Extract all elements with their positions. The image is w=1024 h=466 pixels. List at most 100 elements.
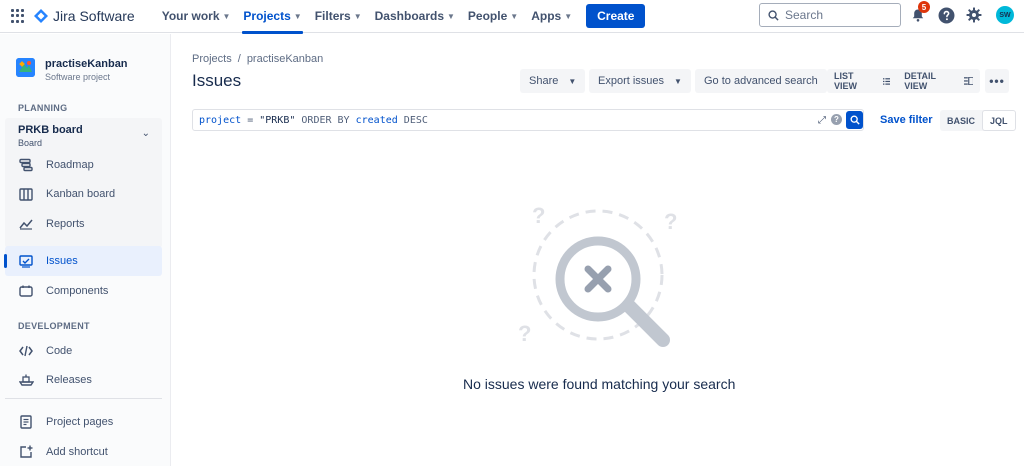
planning-section-label: PLANNING	[18, 103, 68, 113]
jql-value: "PRKB"	[259, 114, 296, 126]
nav-projects[interactable]: Projects ▼	[238, 0, 306, 34]
jql-order-field: created	[355, 114, 398, 126]
nav-people[interactable]: People ▼	[463, 0, 523, 33]
advanced-search-button[interactable]: Go to advanced search	[695, 69, 827, 93]
chevron-down-icon: ▼	[293, 11, 302, 21]
sidebar-item-label: Releases	[46, 374, 92, 386]
chevron-down-icon[interactable]: ⌄	[142, 128, 150, 139]
jql-order: ORDER BY	[301, 114, 350, 126]
jira-logo[interactable]: Jira Software	[34, 8, 135, 24]
project-name: practiseKanban	[45, 58, 128, 70]
app-name: Jira Software	[53, 8, 135, 24]
help-icon	[938, 7, 954, 23]
board-icon	[18, 186, 34, 202]
page-icon	[18, 414, 34, 430]
chevron-down-icon: ▼	[568, 76, 577, 86]
active-indicator	[4, 254, 7, 268]
search-icon	[850, 115, 860, 125]
chevron-down-icon: ▼	[353, 11, 362, 21]
board-name: PRKB board	[18, 124, 83, 136]
list-icon	[882, 77, 891, 85]
settings-button[interactable]	[964, 5, 984, 25]
chevron-down-icon: ▼	[674, 76, 682, 86]
releases-icon	[18, 372, 34, 388]
board-selector[interactable]: PRKB board Board	[18, 124, 83, 148]
sidebar-item-reports[interactable]: Reports	[5, 209, 162, 239]
nav-your-work[interactable]: Your work ▼	[157, 0, 236, 33]
jql-query-input[interactable]: project = "PRKB" ORDER BY created DESC	[192, 109, 864, 131]
chevron-down-icon: ▼	[564, 11, 573, 21]
svg-text:?: ?	[518, 321, 531, 346]
notification-badge: 5	[918, 1, 930, 13]
sidebar-item-label: Components	[46, 285, 109, 297]
basic-mode-button[interactable]: BASIC	[940, 110, 982, 131]
user-avatar[interactable]: SW	[996, 6, 1014, 24]
jql-help-icon[interactable]: ?	[831, 114, 842, 125]
detail-view-button[interactable]: DETAIL VIEW	[897, 71, 980, 91]
breadcrumb-projects[interactable]: Projects	[192, 53, 232, 65]
global-search-input[interactable]: Search	[759, 3, 901, 27]
jql-field: project	[199, 114, 242, 126]
svg-text:?: ?	[664, 209, 677, 234]
detail-view-label: DETAIL VIEW	[904, 71, 936, 91]
sidebar-item-roadmap[interactable]: Roadmap	[5, 150, 162, 180]
svg-text:?: ?	[532, 203, 545, 228]
chevron-down-icon: ▼	[222, 11, 231, 21]
jql-search-button[interactable]	[846, 111, 863, 129]
nav-filters[interactable]: Filters ▼	[310, 0, 367, 33]
breadcrumb-project[interactable]: practiseKanban	[247, 53, 323, 65]
nav-label: Projects	[243, 9, 291, 23]
settings-icon	[966, 7, 982, 23]
project-header[interactable]: practiseKanban Software project	[16, 58, 128, 82]
list-view-button[interactable]: LIST VIEW	[827, 71, 897, 91]
project-type: Software project	[45, 72, 111, 82]
list-view-label: LIST VIEW	[834, 71, 858, 91]
nav-dashboards[interactable]: Dashboards ▼	[370, 0, 460, 33]
nav-label: Your work	[161, 9, 220, 23]
jira-logo-icon	[34, 9, 48, 23]
detail-icon	[963, 77, 973, 85]
page-title: Issues	[192, 71, 242, 90]
help-button[interactable]	[936, 5, 956, 25]
nav-label: Apps	[531, 9, 562, 23]
nav-menu: Your work ▼ Projects ▼ Filters ▼ Dashboards…	[157, 0, 646, 34]
sidebar-item-code[interactable]: Code	[5, 336, 162, 366]
issues-icon	[18, 253, 34, 269]
share-button[interactable]: Share ▼	[520, 69, 586, 93]
more-actions-button[interactable]: •••	[985, 69, 1009, 93]
empty-state-message: No issues were found matching your searc…	[463, 376, 736, 392]
jql-mode-button[interactable]: JQL	[982, 110, 1016, 131]
export-issues-button[interactable]: Export issues ▼	[589, 69, 691, 93]
expand-icon[interactable]: ⤢	[818, 115, 826, 126]
code-icon	[18, 343, 34, 359]
nav-label: Dashboards	[374, 9, 444, 23]
sidebar-item-label: Code	[46, 345, 73, 357]
chevron-down-icon: ▼	[510, 11, 519, 21]
no-results-illustration: ? ? ?	[508, 195, 688, 360]
nav-apps[interactable]: Apps ▼	[526, 0, 577, 33]
reports-icon	[18, 216, 34, 232]
board-type: Board	[18, 138, 43, 148]
breadcrumb-separator: /	[237, 53, 241, 65]
sidebar-item-issues[interactable]: Issues	[5, 246, 162, 276]
sidebar-item-label: Roadmap	[46, 159, 94, 171]
sidebar-divider	[5, 398, 162, 399]
view-toggle: LIST VIEW DETAIL VIEW	[827, 69, 980, 93]
sidebar-item-kanban-board[interactable]: Kanban board	[5, 179, 162, 209]
sidebar-item-project-pages[interactable]: Project pages	[5, 407, 162, 437]
sidebar-item-label: Reports	[46, 218, 85, 230]
sidebar-item-releases[interactable]: Releases	[5, 365, 162, 395]
search-mode-toggle: BASIC JQL	[940, 110, 1016, 131]
notifications-button[interactable]: 5	[908, 1, 930, 25]
sidebar-item-add-shortcut[interactable]: Add shortcut	[5, 437, 162, 466]
jql-direction: DESC	[403, 114, 428, 126]
project-avatar-icon	[16, 58, 35, 77]
sidebar-item-components[interactable]: Components	[5, 276, 162, 306]
sidebar-item-label: Issues	[46, 255, 78, 267]
save-filter-link[interactable]: Save filter	[880, 114, 933, 126]
app-switcher-icon[interactable]	[11, 9, 25, 23]
export-label: Export issues	[598, 75, 665, 87]
add-shortcut-icon	[18, 444, 34, 460]
sidebar-item-label: Kanban board	[46, 188, 116, 200]
create-button[interactable]: Create	[586, 4, 646, 28]
